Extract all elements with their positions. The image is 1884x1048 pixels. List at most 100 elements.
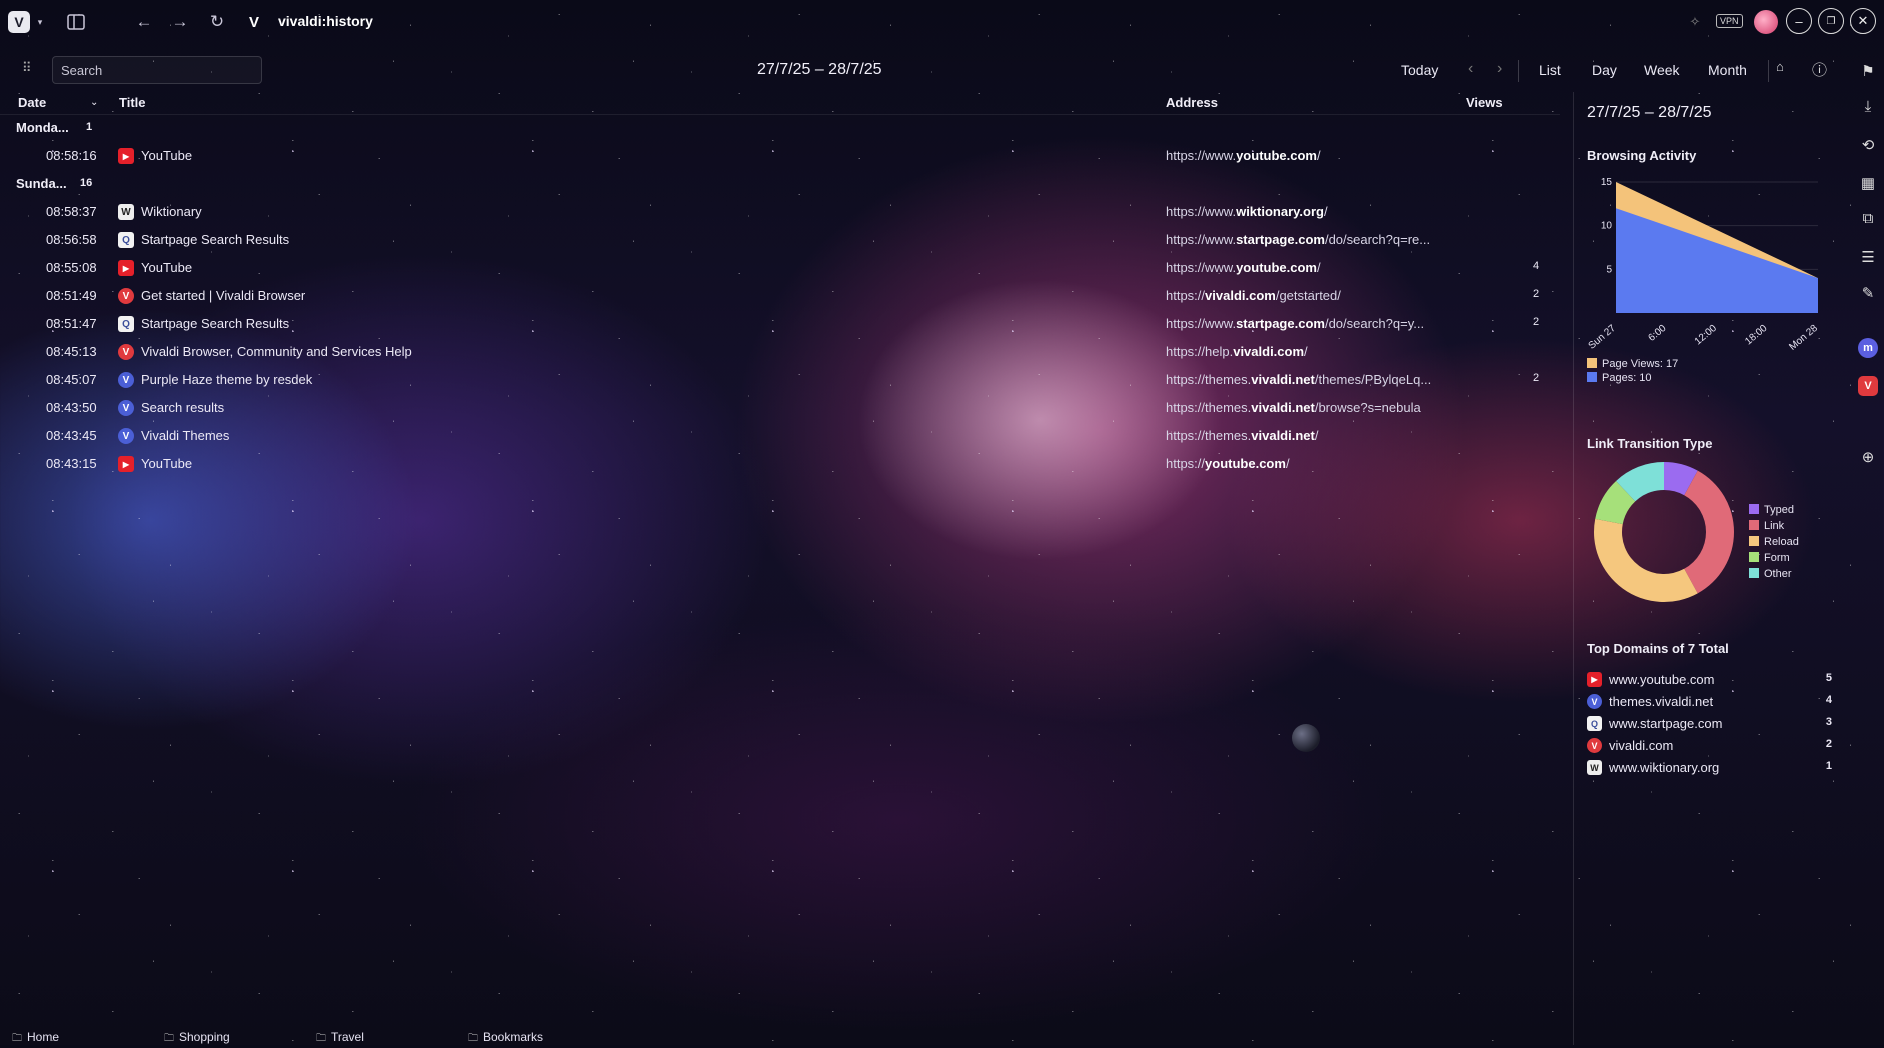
row-title: Startpage Search Results [141,232,290,247]
legend-label: Form [1764,552,1790,564]
chevron-down-icon[interactable]: ▾ [28,10,52,34]
column-views[interactable]: Views [1466,95,1503,110]
url-path: / [1316,148,1321,163]
domain-item[interactable]: ▶ www.youtube.com 5 [1587,670,1832,690]
domain-item[interactable]: Qwww.startpage.com 3 [1587,714,1832,734]
prev-icon[interactable]: ‹ [1468,60,1473,78]
bookmark-label: Bookmarks [483,1030,544,1044]
row-address[interactable]: https://www.startpage.com/do/search?q=re… [1166,232,1430,247]
legend-swatch [1749,536,1759,546]
restore-button[interactable]: ❐ [1818,8,1844,34]
domain-item[interactable]: Vthemes.vivaldi.net 4 [1587,692,1832,712]
table-row[interactable]: 08:45:07 V Purple Haze theme by resdek http… [0,368,1560,392]
bookmark-folder-travel[interactable]: 🗀 Travel [316,1030,364,1048]
row-address[interactable]: https://themes.vivaldi.net/browse?s=nebu… [1166,400,1421,415]
startpage-icon: Q [1587,716,1602,731]
info-icon[interactable]: ⓘ [1812,59,1827,80]
folder-icon: 🗀 [12,1033,22,1044]
row-address[interactable]: https://themes.vivaldi.net/themes/PBylqe… [1166,372,1431,387]
view-month-button[interactable]: Month [1708,62,1747,78]
row-title: Startpage Search Results [141,316,290,331]
domain-name: www.startpage.com [1609,716,1723,731]
row-address[interactable]: https://www.startpage.com/do/search?q=y.… [1166,316,1424,331]
downloads-icon[interactable]: ⤓ [1858,98,1878,118]
date-group-sunday[interactable]: Sunda... 16 [16,176,92,191]
row-address[interactable]: https://youtube.com/ [1166,456,1290,471]
url-path: / [1323,204,1328,219]
date-group-monday[interactable]: Monda... 1 [16,120,92,135]
column-date[interactable]: Date [18,95,46,110]
domain-item[interactable]: Wwww.wiktionary.org 1 [1587,758,1832,778]
add-panel-icon[interactable]: ⊕ [1858,448,1878,468]
panel-date-range: 27/7/25 – 28/7/25 [1587,104,1712,121]
vivaldi-themes-icon: V [118,428,134,444]
forward-icon[interactable]: → [168,10,192,34]
table-row[interactable]: 08:43:45 V Vivaldi Themes https://themes.vi… [0,424,1560,448]
row-time: 08:51:49 [46,288,97,303]
translate-icon[interactable]: ⧉ [1858,210,1878,230]
address-bar[interactable]: vivaldi:history [278,13,373,29]
bookmark-folder-home[interactable]: 🗀 Home [12,1030,59,1048]
mastodon-icon[interactable]: m [1858,338,1878,358]
table-row[interactable]: 08:43:50 V Search results https://themes.vi… [0,396,1560,420]
row-views: 2 [1533,288,1540,300]
avatar[interactable] [1754,10,1778,34]
today-button[interactable]: Today [1401,62,1438,78]
column-address[interactable]: Address [1166,95,1218,110]
domain-name: www.youtube.com [1609,672,1715,687]
row-address[interactable]: https://themes.vivaldi.net/ [1166,428,1318,443]
domain-item[interactable]: Vvivaldi.com 2 [1587,736,1832,756]
notes-icon[interactable]: ✎ [1858,284,1878,304]
row-address[interactable]: https://www.wiktionary.org/ [1166,204,1328,219]
table-row[interactable]: 08:58:37 W Wiktionary https://www.wiktionar… [0,200,1560,224]
sort-chevron-icon[interactable]: ⌄ [90,97,98,108]
table-row[interactable]: 08:56:58 Q Startpage Search Results https:/… [0,228,1560,252]
row-address[interactable]: https://help.vivaldi.com/ [1166,344,1308,359]
browsing-activity-chart: 5 10 15 Sun 27 6:00 12:00 18:00 Mon 28 Page View… [1587,177,1821,384]
column-title[interactable]: Title [119,95,146,110]
y-tick-label: 15 [1601,177,1613,188]
table-row[interactable]: 08:55:08 ▶ YouTube https://www.youtube.com/… [0,256,1560,280]
panel-toggle-icon[interactable] [64,10,88,34]
table-row[interactable]: 08:58:16 ▶ YouTube https://www.youtube.com/ [0,144,1560,168]
row-address[interactable]: https://www.youtube.com/ [1166,148,1321,163]
row-address[interactable]: https://vivaldi.com/getstarted/ [1166,288,1341,303]
vpn-button[interactable]: VPN [1716,14,1743,28]
reading-list-icon[interactable]: ☰ [1858,248,1878,268]
back-icon[interactable]: ← [132,10,156,34]
table-row[interactable]: 08:51:49 V Get started | Vivaldi Browser ht… [0,284,1560,308]
row-time: 08:56:58 [46,232,97,247]
vivaldi-icon[interactable]: V [1858,376,1878,396]
bookmark-folder-bookmarks[interactable]: 🗀 Bookmarks [468,1030,543,1048]
row-address[interactable]: https://www.youtube.com/ [1166,260,1321,275]
url-domain: startpage.com [1236,316,1325,331]
youtube-icon: ▶ [118,260,134,276]
next-icon[interactable]: › [1497,60,1502,78]
row-title: YouTube [141,260,193,275]
close-button[interactable]: ✕ [1850,8,1876,34]
view-week-button[interactable]: Week [1644,62,1680,78]
grid-icon[interactable]: ⠿ [22,60,38,76]
table-row[interactable]: 08:43:15 ▶ YouTube https://youtube.com/ [0,452,1560,476]
sparkle-icon[interactable]: ✧ [1683,10,1707,34]
bookmark-folder-shopping[interactable]: 🗀 Shopping [164,1030,230,1048]
bookmarks-icon[interactable]: ⚑ [1858,62,1878,82]
y-tick-label: 10 [1601,221,1613,232]
calendar-icon[interactable]: ▦ [1858,174,1878,194]
view-list-button[interactable]: List [1539,62,1561,78]
url-domain: vivaldi.net [1251,400,1315,415]
reload-icon[interactable]: ↻ [205,10,229,34]
table-row[interactable]: 08:45:13 V Vivaldi Browser, Community and … [0,340,1560,364]
vivaldi-menu-icon[interactable]: V [8,11,30,33]
divider [1768,60,1769,82]
table-row[interactable]: 08:51:47 Q Startpage Search Results https:/… [0,312,1560,336]
minimize-button[interactable]: – [1786,8,1812,34]
url-prefix: https://www. [1166,148,1237,163]
row-views: 4 [1533,260,1540,272]
history-icon[interactable]: ⟲ [1858,136,1878,156]
clear-history-icon[interactable]: ⌂ [1776,59,1784,74]
url-domain: vivaldi.com [1205,288,1276,303]
url-path: / [1304,344,1308,359]
view-day-button[interactable]: Day [1592,62,1617,78]
search-input[interactable] [52,56,262,84]
